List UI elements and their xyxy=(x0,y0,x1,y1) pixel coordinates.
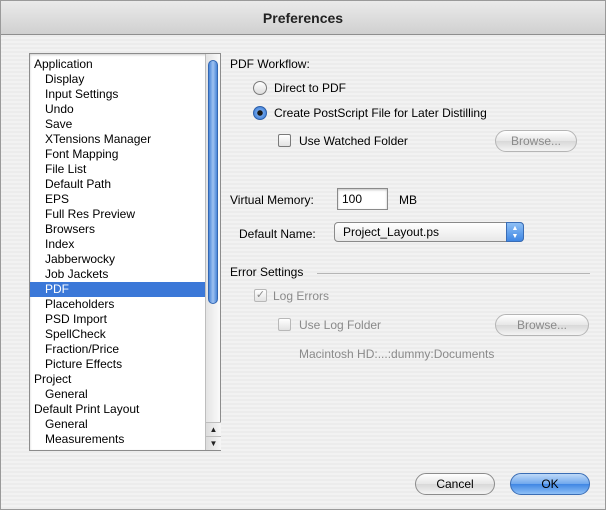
sidebar-item-index[interactable]: Index xyxy=(30,237,206,252)
preferences-window: Preferences Application Display Input Sett… xyxy=(0,0,606,510)
virtual-memory-field[interactable]: 100 xyxy=(337,188,388,210)
window-title: Preferences xyxy=(1,1,605,35)
direct-to-pdf-radio[interactable] xyxy=(253,81,267,95)
sidebar-item-fraction-price[interactable]: Fraction/Price xyxy=(30,342,206,357)
default-name-label: Default Name: xyxy=(239,227,316,241)
log-folder-path: Macintosh HD:...:dummy:Documents xyxy=(299,347,495,361)
sidebar-item-display[interactable]: Display xyxy=(30,72,206,87)
watched-folder-browse-button[interactable]: Browse... xyxy=(495,130,577,152)
log-errors-label[interactable]: Log Errors xyxy=(273,289,329,303)
use-watched-folder-label[interactable]: Use Watched Folder xyxy=(299,134,408,148)
default-name-popup[interactable]: Project_Layout.ps ▲ ▼ xyxy=(334,222,524,242)
sidebar-item-font-mapping[interactable]: Font Mapping xyxy=(30,147,206,162)
sidebar-item-general[interactable]: General xyxy=(30,387,206,402)
create-postscript-radio[interactable] xyxy=(253,106,267,120)
direct-to-pdf-label[interactable]: Direct to PDF xyxy=(274,81,346,95)
sidebar-item-undo[interactable]: Undo xyxy=(30,102,206,117)
sidebar-item-general[interactable]: General xyxy=(30,417,206,432)
sidebar-item-placeholders[interactable]: Placeholders xyxy=(30,297,206,312)
ok-button[interactable]: OK xyxy=(510,473,590,495)
use-log-folder-checkbox[interactable] xyxy=(278,318,291,331)
sidebar-item-eps[interactable]: EPS xyxy=(30,192,206,207)
sidebar-item-jabberwocky[interactable]: Jabberwocky xyxy=(30,252,206,267)
scroll-up-arrow-icon[interactable]: ▲ xyxy=(206,422,221,436)
pdf-workflow-label: PDF Workflow: xyxy=(230,57,310,71)
sidebar-item-full-res-preview[interactable]: Full Res Preview xyxy=(30,207,206,222)
error-settings-label: Error Settings xyxy=(230,265,304,279)
sidebar-item-default-print-layout[interactable]: Default Print Layout xyxy=(30,402,206,417)
sidebar-item-spellcheck[interactable]: SpellCheck xyxy=(30,327,206,342)
log-folder-browse-button[interactable]: Browse... xyxy=(495,314,589,336)
sidebar-item-input-settings[interactable]: Input Settings xyxy=(30,87,206,102)
use-watched-folder-checkbox[interactable] xyxy=(278,134,291,147)
scroll-down-arrow-icon[interactable]: ▼ xyxy=(206,436,221,450)
preferences-category-list[interactable]: Application Display Input Settings Undo Save… xyxy=(29,53,221,451)
virtual-memory-label: Virtual Memory: xyxy=(230,193,314,207)
sidebar-item-file-list[interactable]: File List xyxy=(30,162,206,177)
scrollbar-thumb[interactable] xyxy=(208,60,218,304)
sidebar-item-picture-effects[interactable]: Picture Effects xyxy=(30,357,206,372)
sidebar-item-job-jackets[interactable]: Job Jackets xyxy=(30,267,206,282)
log-errors-checkbox[interactable]: ✓ xyxy=(254,289,267,302)
list-scrollbar[interactable]: ▲ ▼ xyxy=(205,54,221,450)
sidebar-item-project[interactable]: Project xyxy=(30,372,206,387)
virtual-memory-unit: MB xyxy=(399,193,417,207)
default-name-value: Project_Layout.ps xyxy=(343,225,440,239)
cancel-button[interactable]: Cancel xyxy=(415,473,495,495)
sidebar-item-xtensions-manager[interactable]: XTensions Manager xyxy=(30,132,206,147)
popup-arrows-icon[interactable]: ▲ ▼ xyxy=(506,222,524,242)
use-log-folder-label[interactable]: Use Log Folder xyxy=(299,318,381,332)
sidebar-item-browsers[interactable]: Browsers xyxy=(30,222,206,237)
sidebar-item-measurements[interactable]: Measurements xyxy=(30,432,206,447)
sidebar-item-psd-import[interactable]: PSD Import xyxy=(30,312,206,327)
sidebar-item-default-path[interactable]: Default Path xyxy=(30,177,206,192)
sidebar-item-save[interactable]: Save xyxy=(30,117,206,132)
create-postscript-label[interactable]: Create PostScript File for Later Distill… xyxy=(274,106,487,120)
category-items: Application Display Input Settings Undo Save… xyxy=(30,57,206,447)
sidebar-item-application[interactable]: Application xyxy=(30,57,206,72)
group-divider xyxy=(317,273,590,274)
sidebar-item-pdf[interactable]: PDF xyxy=(30,282,206,297)
